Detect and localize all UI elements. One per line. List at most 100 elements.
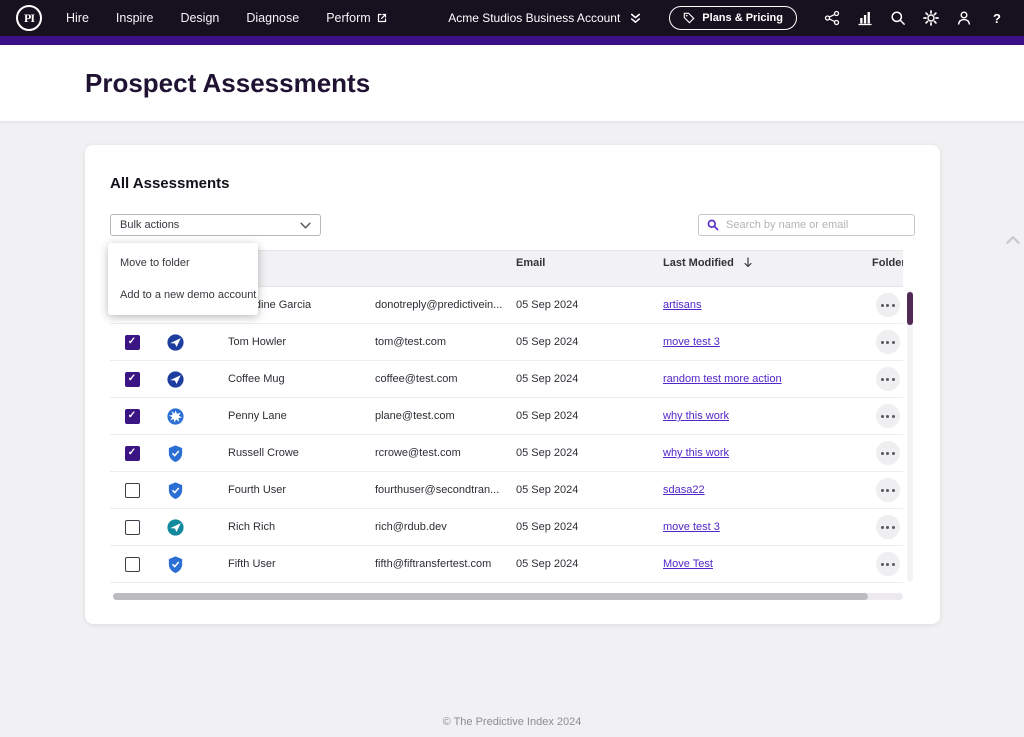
column-header-folder: Folder [872, 257, 903, 269]
help-icon[interactable]: ? [988, 9, 1006, 27]
table-row: Russell Crowercrowe@test.com05 Sep 2024w… [110, 435, 903, 472]
panel-title: All Assessments [110, 145, 915, 192]
horizontal-scrollbar-thumb[interactable] [113, 593, 868, 600]
prospect-email: tom@test.com [375, 336, 516, 348]
row-actions-button[interactable] [876, 478, 900, 502]
bulk-actions-label: Bulk actions [120, 219, 179, 231]
row-actions-button[interactable] [876, 330, 900, 354]
prospect-avatar-badge-icon [166, 555, 185, 574]
prospect-email: coffee@test.com [375, 373, 516, 385]
column-header-last-modified: Last Modified [663, 257, 734, 269]
primary-nav: Hire Inspire Design Diagnose Perform [66, 11, 414, 25]
app-root: PI Hire Inspire Design Diagnose Perform Acme… [0, 0, 1024, 737]
prospect-avatar-badge-icon [166, 407, 185, 426]
last-modified-date: 05 Sep 2024 [516, 484, 663, 496]
row-checkbox[interactable] [125, 483, 140, 498]
prospect-name: Fourth User [228, 484, 375, 496]
nav-item-hire[interactable]: Hire [66, 11, 89, 25]
last-modified-date: 05 Sep 2024 [516, 299, 663, 311]
row-checkbox[interactable] [125, 446, 140, 461]
prospect-email: donotreply@predictivein... [375, 299, 516, 311]
last-modified-date: 05 Sep 2024 [516, 336, 663, 348]
prospect-name: Russell Crowe [228, 447, 375, 459]
folder-link[interactable]: why this work [663, 410, 729, 422]
last-modified-date: 05 Sep 2024 [516, 373, 663, 385]
account-name: Acme Studios Business Account [448, 11, 620, 25]
prospect-avatar-badge-icon [166, 444, 185, 463]
folder-link[interactable]: random test more action [663, 373, 782, 385]
table-row: Penny Laneplane@test.com05 Sep 2024why t… [110, 398, 903, 435]
bulk-actions-menu: Move to folderAdd to a new demo account [108, 243, 258, 315]
table-row: Tom Howlertom@test.com05 Sep 2024move te… [110, 324, 903, 361]
prospect-avatar-badge-icon [166, 370, 185, 389]
prospect-name: Fifth User [228, 558, 375, 570]
table-body: Geraldine Garciadonotreply@predictivein.… [110, 287, 903, 583]
double-chevron-down-icon [629, 12, 642, 25]
prospect-email: rich@rdub.dev [375, 521, 516, 533]
prospect-email: fourthuser@secondtran... [375, 484, 516, 496]
side-panel-caret-icon[interactable] [1005, 232, 1021, 250]
brand-accent-bar [0, 36, 1024, 45]
plans-pricing-button[interactable]: Plans & Pricing [669, 6, 797, 30]
bulk-actions-select[interactable]: Bulk actions [110, 214, 321, 236]
last-modified-date: 05 Sep 2024 [516, 521, 663, 533]
analytics-icon[interactable] [856, 9, 874, 27]
row-checkbox[interactable] [125, 557, 140, 572]
nav-icon-group: ? [823, 9, 1006, 27]
row-actions-button[interactable] [876, 515, 900, 539]
folder-link[interactable]: artisans [663, 299, 702, 311]
bulk-actions-menu-item[interactable]: Move to folder [108, 247, 258, 279]
folder-link[interactable]: why this work [663, 447, 729, 459]
tag-icon [683, 12, 695, 24]
pi-logo-text: PI [24, 11, 34, 26]
nav-item-inspire[interactable]: Inspire [116, 11, 154, 25]
plans-pricing-label: Plans & Pricing [702, 12, 783, 24]
row-actions-button[interactable] [876, 552, 900, 576]
row-actions-button[interactable] [876, 441, 900, 465]
folder-link[interactable]: move test 3 [663, 336, 720, 348]
search-icon[interactable] [889, 9, 907, 27]
sort-descending-icon[interactable] [743, 257, 753, 268]
external-link-icon [377, 13, 387, 23]
row-checkbox[interactable] [125, 372, 140, 387]
folder-link[interactable]: move test 3 [663, 521, 720, 533]
column-header-email: Email [516, 257, 663, 269]
row-actions-button[interactable] [876, 404, 900, 428]
bulk-actions-menu-item[interactable]: Add to a new demo account [108, 279, 258, 311]
folder-link[interactable]: sdasa22 [663, 484, 705, 496]
user-icon[interactable] [955, 9, 973, 27]
assessments-panel: All Assessments Bulk actions [85, 145, 940, 624]
row-actions-button[interactable] [876, 293, 900, 317]
pi-logo[interactable]: PI [16, 5, 42, 31]
panel-inner: All Assessments Bulk actions [85, 145, 940, 583]
table-row: Coffee Mugcoffee@test.com05 Sep 2024rand… [110, 361, 903, 398]
prospect-name: Tom Howler [228, 336, 375, 348]
row-checkbox[interactable] [125, 409, 140, 424]
row-actions-button[interactable] [876, 367, 900, 391]
workflow-icon[interactable] [823, 9, 841, 27]
table-row: Rich Richrich@rdub.dev05 Sep 2024move te… [110, 509, 903, 546]
nav-item-design[interactable]: Design [180, 11, 219, 25]
row-checkbox[interactable] [125, 520, 140, 535]
vertical-scrollbar-thumb[interactable] [907, 292, 913, 325]
row-checkbox[interactable] [125, 335, 140, 350]
last-modified-date: 05 Sep 2024 [516, 447, 663, 459]
page-header: Prospect Assessments [0, 45, 1024, 121]
prospect-email: rcrowe@test.com [375, 447, 516, 459]
folder-link[interactable]: Move Test [663, 558, 713, 570]
page-title: Prospect Assessments [85, 68, 370, 99]
prospect-name: Coffee Mug [228, 373, 375, 385]
settings-icon[interactable] [922, 9, 940, 27]
nav-item-perform[interactable]: Perform [326, 11, 386, 25]
search-icon [707, 219, 719, 231]
account-switcher[interactable]: Acme Studios Business Account [448, 11, 642, 25]
prospect-email: fifth@fiftransfertest.com [375, 558, 516, 570]
search-input[interactable] [726, 219, 906, 231]
search-box [698, 214, 915, 236]
prospect-avatar-badge-icon [166, 481, 185, 500]
last-modified-date: 05 Sep 2024 [516, 558, 663, 570]
nav-item-diagnose[interactable]: Diagnose [246, 11, 299, 25]
horizontal-scrollbar [113, 593, 903, 600]
vertical-scrollbar [907, 290, 913, 582]
table-row: Fourth Userfourthuser@secondtran...05 Se… [110, 472, 903, 509]
